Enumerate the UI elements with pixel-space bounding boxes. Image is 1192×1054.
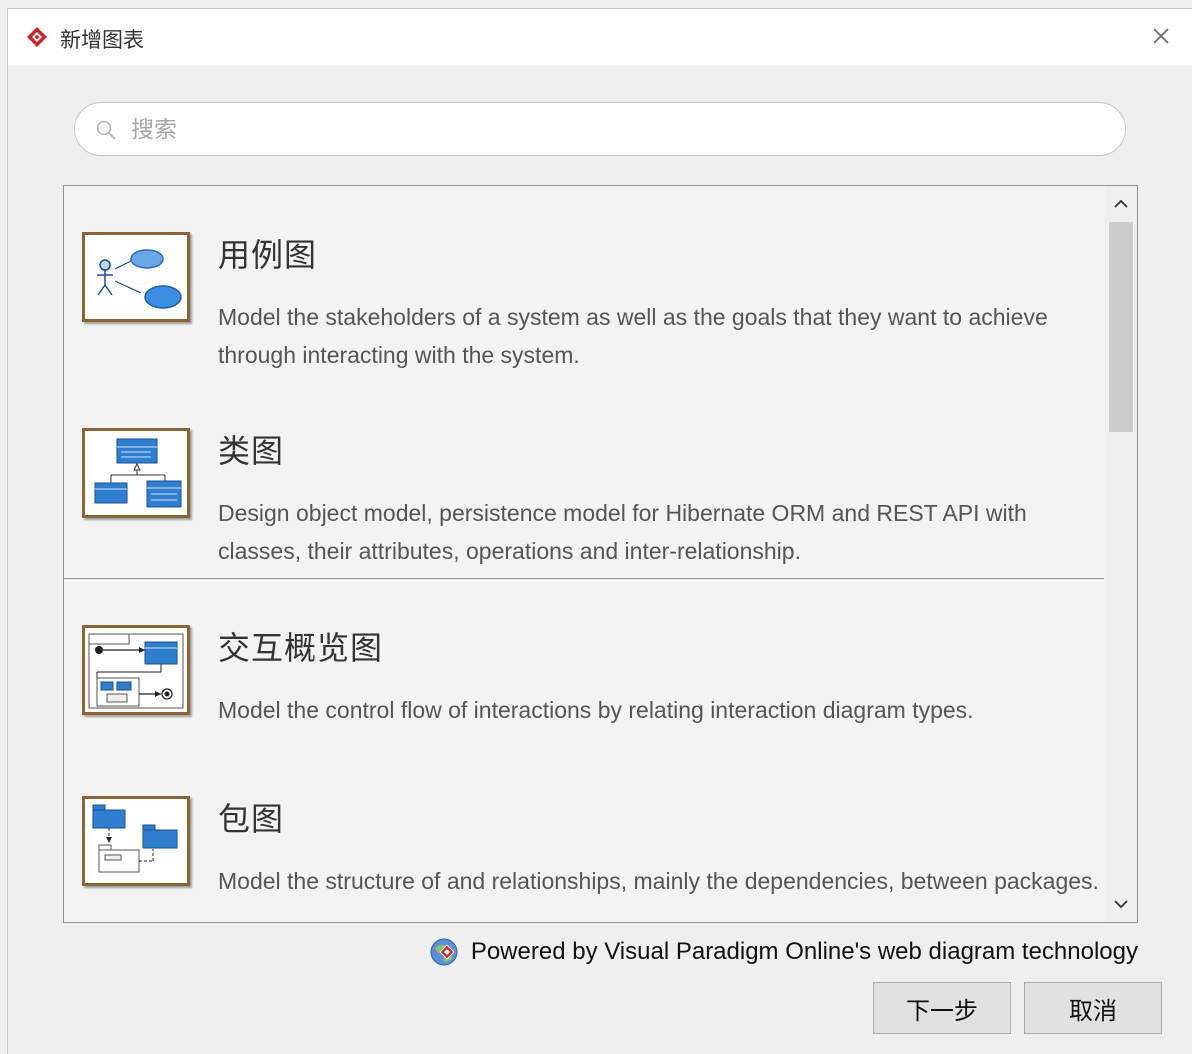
- package-diagram-icon: [82, 796, 190, 886]
- interaction-overview-diagram-icon: [82, 625, 190, 715]
- chevron-down-icon[interactable]: [1111, 894, 1131, 914]
- next-button[interactable]: 下一步: [873, 982, 1011, 1034]
- item-title: 类图: [218, 432, 285, 470]
- cancel-button[interactable]: 取消: [1024, 982, 1162, 1034]
- list-divider: [64, 578, 1104, 579]
- visual-paradigm-online-globe-icon: [430, 938, 458, 966]
- dialog-title: 新增图表: [60, 28, 144, 52]
- item-description: Model the control flow of interactions b…: [218, 697, 974, 723]
- powered-by-text: Powered by Visual Paradigm Online's web …: [470, 938, 1138, 965]
- item-title: 包图: [218, 800, 285, 838]
- visual-paradigm-logo-icon: [27, 27, 47, 47]
- search-box: [74, 102, 1126, 156]
- class-diagram-icon: [82, 428, 190, 518]
- scrollbar-thumb[interactable]: [1109, 222, 1133, 432]
- item-description: Model the structure of and relationships…: [218, 868, 1099, 894]
- search-icon: [96, 120, 116, 140]
- powered-by: Powered by Visual Paradigm Online's web …: [429, 936, 1138, 968]
- search-input[interactable]: [129, 112, 1093, 148]
- title-bar: 新增图表: [8, 9, 1192, 65]
- chevron-up-icon[interactable]: [1111, 194, 1131, 214]
- close-icon[interactable]: [1148, 23, 1174, 49]
- use-case-diagram-icon: [82, 232, 190, 322]
- item-description: Model the stakeholders of a system as we…: [218, 304, 1048, 368]
- item-title: 交互概览图: [218, 629, 384, 667]
- item-title: 用例图: [218, 236, 318, 274]
- diagram-type-list: 用例图 Model the stakeholders of a system a…: [63, 185, 1138, 923]
- new-diagram-dialog: 新增图表 搜索 用例图 Model the stakeholders of a …: [7, 8, 1192, 1054]
- vertical-scrollbar[interactable]: [1105, 186, 1137, 922]
- item-description: Design object model, persistence model f…: [218, 500, 1027, 564]
